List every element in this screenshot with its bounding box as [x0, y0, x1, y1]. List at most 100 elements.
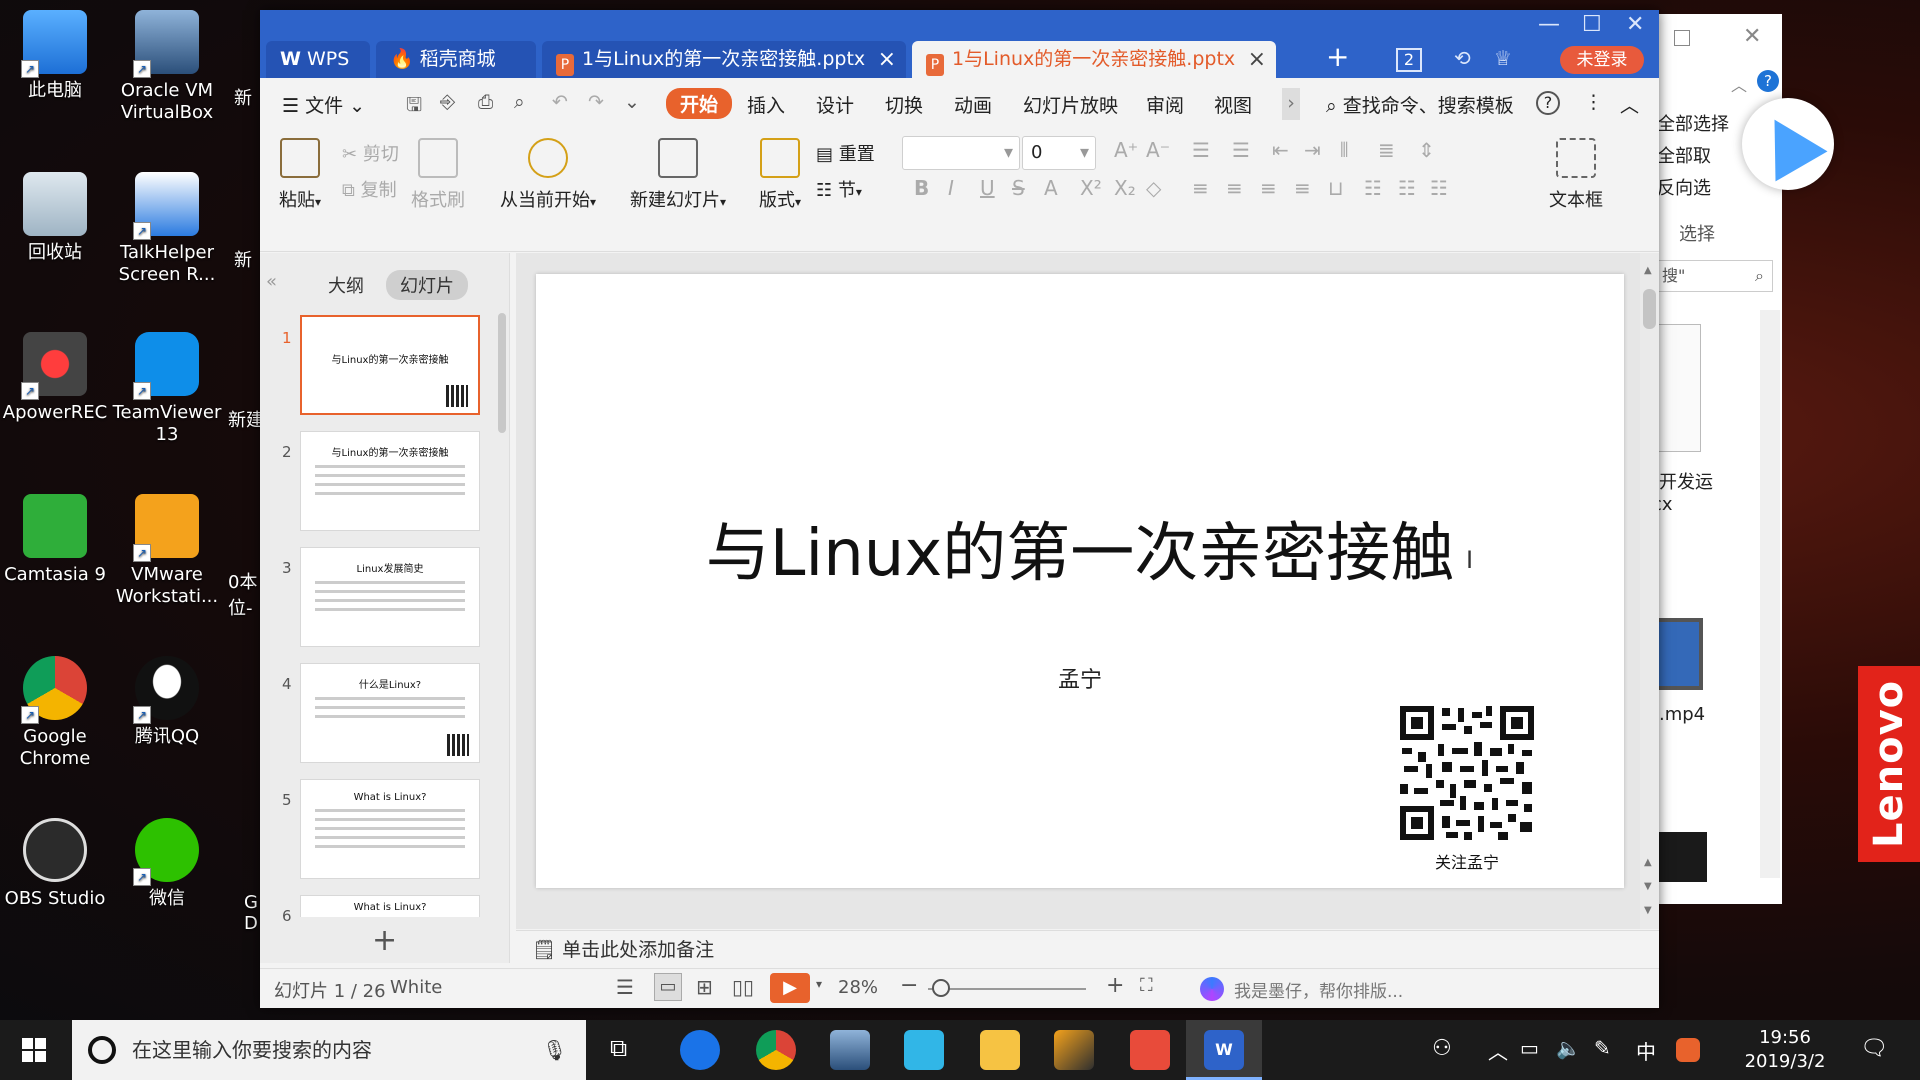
thumbnail-scrollbar[interactable] [498, 313, 506, 433]
normal-view-icon[interactable]: ▭ [654, 973, 682, 1001]
collapse-ribbon-icon[interactable]: ︿ [1620, 91, 1639, 118]
taskbar-edge-icon[interactable] [680, 1030, 720, 1070]
tab-view[interactable]: 视图 [1214, 91, 1252, 118]
microphone-icon[interactable]: 🎙 [542, 1020, 567, 1080]
save-icon[interactable]: 🖫 [406, 91, 422, 123]
login-button[interactable]: 未登录 [1560, 46, 1644, 74]
close-icon[interactable]: ✕ [1626, 12, 1644, 37]
taskbar-search-input[interactable]: 在这里输入你要搜索的内容 🎙 [72, 1020, 586, 1080]
network-icon[interactable]: ▭ [1520, 1036, 1539, 1060]
search-input[interactable]: 搜" ⌕ [1641, 260, 1773, 292]
numbering-icon[interactable]: ☰ [1232, 138, 1250, 162]
superscript-icon[interactable]: X² [1080, 176, 1102, 200]
column-icon[interactable]: ☷ [1364, 176, 1382, 200]
next-slide-icon[interactable]: ▼ [1644, 881, 1652, 892]
textbox-button[interactable]: 文本框 [1546, 138, 1606, 212]
tab-insert[interactable]: 插入 [747, 91, 785, 118]
underline-icon[interactable]: U [980, 176, 995, 200]
taskbar-file-explorer-icon[interactable] [980, 1030, 1020, 1070]
more-tabs-icon[interactable]: › [1282, 88, 1300, 120]
minimize-icon[interactable]: — [1538, 12, 1560, 37]
section-button[interactable]: ☷ 节▾ [816, 176, 862, 202]
format-painter-button[interactable]: 格式刷 [410, 138, 466, 212]
taskbar-wps-active[interactable]: W [1186, 1020, 1262, 1080]
clear-format-icon[interactable]: ◇ [1146, 176, 1161, 200]
previous-slide-icon[interactable]: ▲ [1644, 857, 1652, 868]
align-center-icon[interactable]: ≡ [1226, 176, 1243, 200]
slide-sorter-icon[interactable]: ⊞ [696, 975, 713, 999]
chevron-up-icon[interactable]: ︿ [1731, 72, 1747, 96]
slide-subtitle[interactable]: 孟宁 [536, 662, 1624, 694]
tab-document-1[interactable]: P 1与Linux的第一次亲密接触.pptx × [542, 41, 906, 78]
from-current-slide-button[interactable]: 从当前开始▾ [496, 138, 600, 212]
taskbar-chrome-icon[interactable] [756, 1030, 796, 1070]
print-icon[interactable]: ⎙ [478, 91, 493, 113]
tab-docer-store[interactable]: 🔥 稻壳商城 [376, 41, 536, 78]
justify-icon[interactable]: ≡ [1294, 176, 1311, 200]
windows-start-icon[interactable] [22, 1038, 46, 1062]
bold-icon[interactable]: B [914, 176, 929, 200]
more-options-icon[interactable]: ⋮ [1584, 91, 1603, 113]
desktop-icon-qq[interactable]: ↗ 腾讯QQ [112, 656, 222, 748]
add-slide-icon[interactable]: + [372, 923, 397, 958]
close-tab-icon[interactable]: × [1248, 41, 1266, 78]
increase-indent-icon[interactable]: ⇥ [1304, 138, 1321, 162]
font-size-select[interactable]: 0 ▾ [1022, 136, 1096, 170]
scrollbar-thumb[interactable] [1643, 289, 1656, 329]
layout-button[interactable]: 版式▾ [754, 138, 806, 212]
task-view-icon[interactable]: ⧉ [610, 1034, 627, 1062]
tab-review[interactable]: 审阅 [1146, 91, 1184, 118]
align-left-icon[interactable]: ≡ [1192, 176, 1209, 200]
slide-thumbnail-3[interactable]: Linux发展简史 [300, 547, 480, 647]
volume-icon[interactable]: 🔈 [1556, 1036, 1581, 1060]
desktop-icon-vmware[interactable]: ↗ VMware Workstati... [112, 494, 222, 608]
slide-title[interactable]: 与Linux的第一次亲密接触 [536, 502, 1624, 594]
fit-window-icon[interactable]: ⛶ [1140, 975, 1153, 996]
tab-home[interactable]: 开始 [666, 88, 733, 119]
desktop-icon-obs[interactable]: OBS Studio [0, 818, 110, 910]
invert-selection-item[interactable]: 反向选 [1657, 174, 1711, 200]
desktop-icon-wechat[interactable]: ↗ 微信 [112, 818, 222, 910]
subscript-icon[interactable]: X₂ [1114, 176, 1136, 200]
taskbar-app-64-icon[interactable] [1054, 1030, 1094, 1070]
command-search[interactable]: ⌕ 查找命令、搜索模板 [1326, 91, 1514, 118]
tab-design[interactable]: 设计 [816, 91, 854, 118]
slide-thumbnail-4[interactable]: 什么是Linux? [300, 663, 480, 763]
decrease-font-icon[interactable]: A⁻ [1146, 138, 1170, 162]
cut-button[interactable]: ✂ 剪切 [342, 140, 399, 166]
file-item-docx[interactable]: 出开发运 ocx [1641, 324, 1761, 515]
floating-bird-widget-icon[interactable] [1742, 98, 1834, 190]
zoom-slider[interactable] [928, 988, 1086, 990]
tab-count-button[interactable]: 2 [1396, 48, 1422, 72]
collapse-pane-icon[interactable]: « [266, 271, 277, 292]
taskbar-virtualbox-icon[interactable] [830, 1030, 870, 1070]
help-icon[interactable]: ? [1757, 70, 1779, 92]
reset-button[interactable]: ▤ 重置 [816, 140, 875, 166]
decrease-indent-icon[interactable]: ⇤ [1272, 138, 1289, 162]
tab-outline[interactable]: 大纲 [328, 272, 364, 298]
font-family-select[interactable]: ▾ [902, 136, 1020, 170]
slide-thumbnail-6[interactable]: What is Linux? [300, 895, 480, 917]
maximize-icon[interactable] [1674, 30, 1690, 46]
taskbar-cloud-app-icon[interactable] [904, 1030, 944, 1070]
notes-toggle-icon[interactable]: ☰ [616, 975, 634, 999]
desktop-icon-talkhelper[interactable]: ↗ TalkHelper Screen R... [112, 172, 222, 286]
desktop-icon-chrome[interactable]: ↗ Google Chrome [0, 656, 110, 770]
select-all-item[interactable]: 全部选择 [1657, 110, 1729, 136]
tab-animations[interactable]: 动画 [954, 91, 992, 118]
desktop-icon-teamviewer[interactable]: ↗ TeamViewer 13 [112, 332, 222, 446]
tab-slideshow[interactable]: 幻灯片放映 [1023, 91, 1118, 118]
desktop-icon-virtualbox[interactable]: ↗ Oracle VM VirtualBox [112, 10, 222, 124]
pen-icon[interactable]: ✎ [1594, 1036, 1611, 1060]
reading-view-icon[interactable]: ▯▯ [732, 975, 754, 999]
text-direction-icon[interactable]: ⫴ [1340, 138, 1348, 162]
assistant-avatar-icon[interactable] [1200, 977, 1224, 1001]
slide-thumbnail-1[interactable]: 与Linux的第一次亲密接触 [300, 315, 480, 415]
play-slideshow-button[interactable]: ▶ [770, 973, 810, 1003]
zoom-slider-handle[interactable] [932, 979, 950, 997]
select-none-item[interactable]: 全部取 [1657, 142, 1711, 168]
italic-icon[interactable]: I [948, 176, 954, 200]
notes-area[interactable]: 🗒 单击此处添加备注 [516, 930, 1659, 968]
people-icon[interactable]: ⚇ [1432, 1036, 1452, 1061]
align-right-icon[interactable]: ≡ [1260, 176, 1277, 200]
